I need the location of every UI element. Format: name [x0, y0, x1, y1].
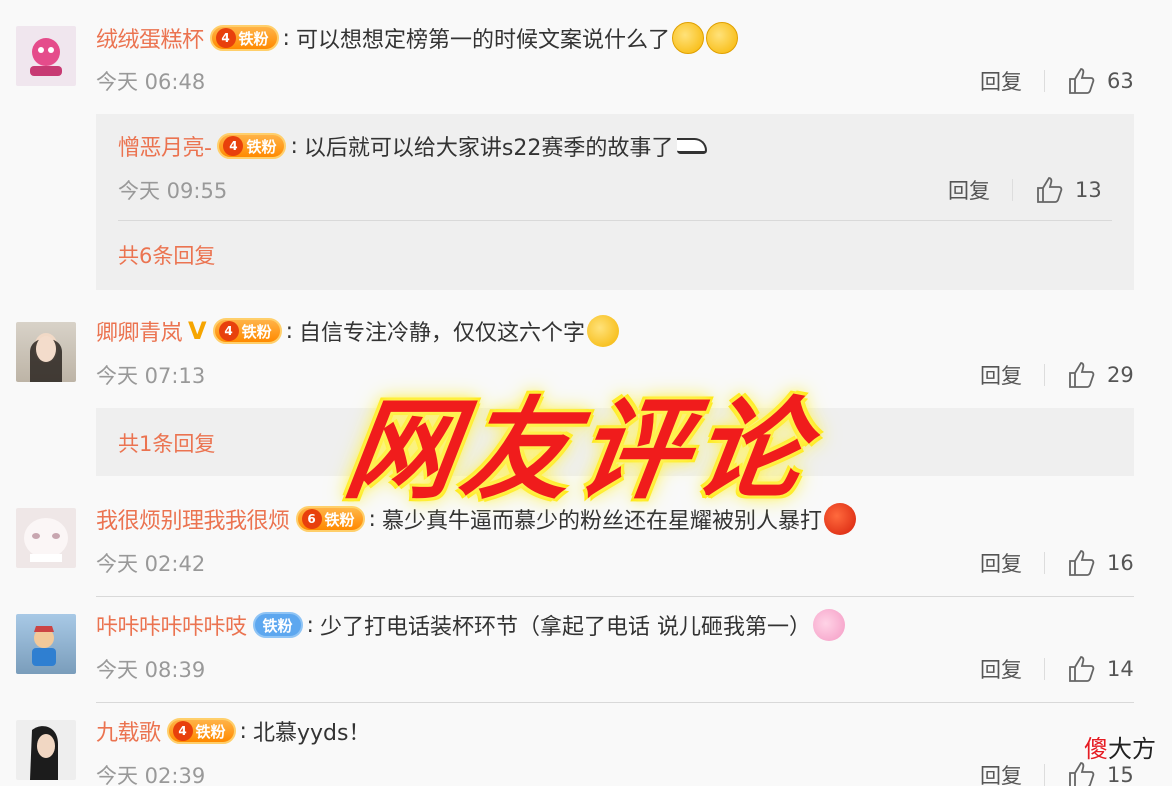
timestamp: 今天 06:48	[96, 70, 206, 94]
avatar[interactable]	[16, 614, 76, 674]
like-icon[interactable]	[1035, 175, 1065, 205]
fan-badge[interactable]: 4 铁粉	[166, 718, 236, 744]
avatar[interactable]	[16, 508, 76, 568]
overlay-title: 网友评论	[337, 386, 820, 514]
fan-badge[interactable]: 4 铁粉	[212, 318, 282, 344]
watermark: 傻大方	[1084, 735, 1156, 763]
like-icon[interactable]	[1067, 654, 1097, 684]
comment-text: 自信专注冷静，仅仅这六个字	[299, 321, 586, 346]
comment-text: 少了打电话装杯环节（拿起了电话 说儿砸我第一）	[319, 615, 811, 640]
like-count: 15	[1107, 763, 1134, 786]
reply-box: 憎恶月亮- 4 铁粉 : 以后就可以给大家讲s22赛季的故事了 今天 09:55 …	[96, 114, 1134, 290]
verified-icon: V	[188, 317, 207, 345]
username[interactable]: 九载歌	[96, 715, 161, 747]
sneaker-emoji-icon	[677, 138, 708, 154]
comment-text: 北慕yyds！	[252, 721, 371, 746]
timestamp: 今天 02:42	[96, 552, 206, 576]
reply-button[interactable]: 回复	[980, 360, 1022, 390]
tongue-emoji-icon	[587, 315, 620, 347]
more-replies-link[interactable]: 共6条回复	[118, 240, 215, 270]
like-icon[interactable]	[1067, 360, 1097, 390]
more-replies-link[interactable]: 共1条回复	[118, 428, 215, 458]
like-icon[interactable]	[1067, 66, 1097, 96]
hug-emoji-icon	[705, 22, 738, 54]
like-count: 63	[1107, 69, 1134, 93]
reply-button[interactable]: 回复	[980, 760, 1022, 786]
avatar[interactable]	[16, 322, 76, 382]
like-count: 29	[1107, 363, 1134, 387]
username[interactable]: 卿卿青岚	[96, 315, 183, 347]
like-count: 16	[1107, 551, 1134, 575]
avatar[interactable]	[16, 720, 76, 780]
username[interactable]: 憎恶月亮-	[118, 130, 212, 162]
hug-emoji-icon	[671, 22, 704, 54]
comment-text: 可以想想定榜第一的时候文案说什么了	[295, 28, 670, 53]
like-icon[interactable]	[1067, 548, 1097, 578]
timestamp: 今天 09:55	[118, 179, 228, 203]
fan-badge[interactable]: 4 铁粉	[209, 25, 279, 51]
username[interactable]: 我很烦别理我我很烦	[96, 503, 290, 535]
fan-badge[interactable]: 4 铁粉	[217, 133, 287, 159]
pig-emoji-icon	[812, 609, 845, 641]
timestamp: 今天 02:39	[96, 764, 206, 786]
username[interactable]: 绒绒蛋糕杯	[96, 22, 204, 54]
reply-button[interactable]: 回复	[980, 654, 1022, 684]
like-count: 14	[1107, 657, 1134, 681]
reply-button[interactable]: 回复	[948, 175, 990, 205]
fan-badge[interactable]: 铁粉	[252, 612, 303, 638]
angry-emoji-icon	[823, 503, 856, 535]
reply-button[interactable]: 回复	[980, 548, 1022, 578]
timestamp: 今天 07:13	[96, 364, 206, 388]
username[interactable]: 咔咔咔咔咔咔吱	[96, 609, 247, 641]
reply-button[interactable]: 回复	[980, 66, 1022, 96]
timestamp: 今天 08:39	[96, 658, 206, 682]
avatar[interactable]	[16, 26, 76, 86]
reply-text: 以后就可以给大家讲s22赛季的故事了	[303, 136, 674, 161]
like-count: 13	[1075, 178, 1102, 202]
